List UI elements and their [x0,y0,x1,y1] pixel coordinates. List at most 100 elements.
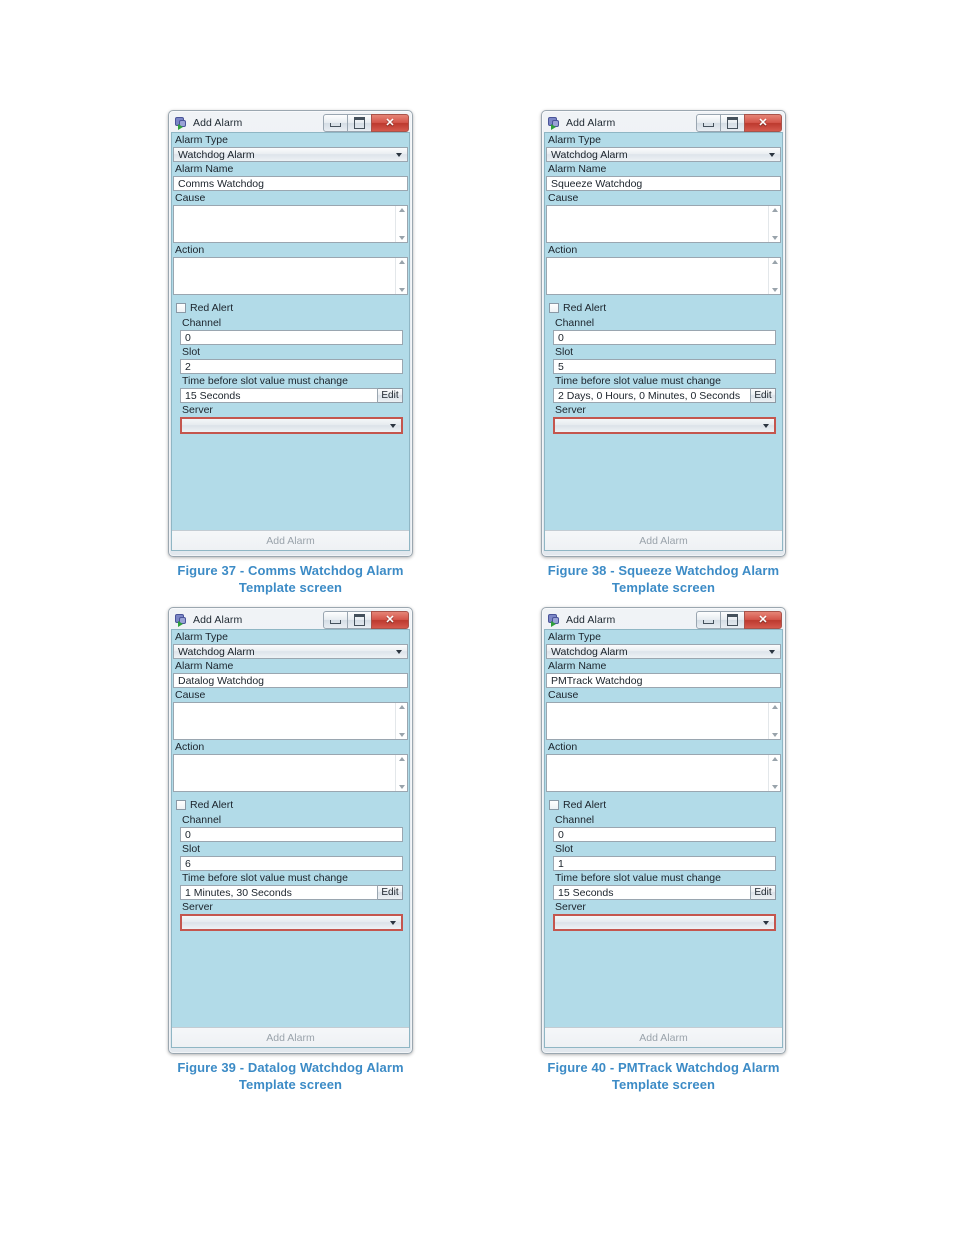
action-scrollbar[interactable] [395,258,407,294]
scroll-down-icon[interactable] [771,236,778,240]
scroll-down-icon[interactable] [771,785,778,789]
time-before-input[interactable]: 15 Seconds [553,885,751,900]
chevron-down-icon [769,649,775,654]
server-select[interactable] [553,914,776,931]
red-alert-checkbox[interactable] [176,303,186,313]
maximize-button[interactable] [347,114,372,132]
server-select[interactable] [180,417,403,434]
slot-input[interactable]: 5 [553,359,776,374]
title-bar[interactable]: Add Alarm ✕ [171,113,410,132]
red-alert-label: Red Alert [563,302,607,314]
action-scrollbar[interactable] [768,258,780,294]
server-select[interactable] [180,914,403,931]
cause-scrollbar[interactable] [768,206,780,242]
scroll-up-icon[interactable] [398,757,405,761]
minimize-button[interactable] [323,611,348,629]
add-alarm-button[interactable]: Add Alarm [172,1027,409,1047]
red-alert-row[interactable]: Red Alert [172,796,409,813]
red-alert-checkbox[interactable] [549,303,559,313]
channel-input[interactable]: 0 [553,827,776,842]
alarm-type-select[interactable]: Watchdog Alarm [173,147,408,162]
minimize-button[interactable] [696,114,721,132]
slot-input[interactable]: 6 [180,856,403,871]
slot-input[interactable]: 2 [180,359,403,374]
maximize-icon [354,614,365,626]
scroll-up-icon[interactable] [398,208,405,212]
red-alert-checkbox[interactable] [549,800,559,810]
alarm-name-input[interactable]: Comms Watchdog [173,176,408,191]
scroll-up-icon[interactable] [771,757,778,761]
red-alert-row[interactable]: Red Alert [545,299,782,316]
slot-input[interactable]: 1 [553,856,776,871]
cause-textarea[interactable] [546,702,781,740]
add-alarm-button[interactable]: Add Alarm [545,530,782,550]
channel-input[interactable]: 0 [180,827,403,842]
minimize-button[interactable] [323,114,348,132]
scroll-down-icon[interactable] [398,288,405,292]
cause-scrollbar[interactable] [768,703,780,739]
red-alert-row[interactable]: Red Alert [172,299,409,316]
minimize-button[interactable] [696,611,721,629]
cause-textarea[interactable] [173,205,408,243]
title-bar[interactable]: Add Alarm ✕ [544,610,783,629]
close-button[interactable]: ✕ [371,114,409,132]
alarm-name-input[interactable]: Datalog Watchdog [173,673,408,688]
channel-input[interactable]: 0 [180,330,403,345]
time-before-value: 1 Minutes, 30 Seconds [185,886,292,899]
action-textarea[interactable] [546,754,781,792]
title-bar[interactable]: Add Alarm ✕ [544,113,783,132]
maximize-button[interactable] [720,114,745,132]
scroll-down-icon[interactable] [398,236,405,240]
action-scrollbar[interactable] [768,755,780,791]
server-label: Server [545,403,782,417]
title-bar[interactable]: Add Alarm ✕ [171,610,410,629]
window-controls: ✕ [323,114,409,132]
edit-time-button[interactable]: Edit [378,388,403,403]
alarm-type-select[interactable]: Watchdog Alarm [546,147,781,162]
server-select[interactable] [553,417,776,434]
action-textarea[interactable] [173,754,408,792]
time-before-input[interactable]: 1 Minutes, 30 Seconds [180,885,378,900]
slot-label: Slot [172,842,409,856]
cause-textarea[interactable] [173,702,408,740]
gear-arrow-icon [548,116,562,130]
scroll-up-icon[interactable] [771,208,778,212]
alarm-type-select[interactable]: Watchdog Alarm [546,644,781,659]
add-alarm-button[interactable]: Add Alarm [172,530,409,550]
alarm-name-input[interactable]: PMTrack Watchdog [546,673,781,688]
alarm-name-input[interactable]: Squeeze Watchdog [546,176,781,191]
action-scrollbar[interactable] [395,755,407,791]
close-button[interactable]: ✕ [371,611,409,629]
action-textarea[interactable] [173,257,408,295]
scroll-up-icon[interactable] [398,705,405,709]
close-button[interactable]: ✕ [744,114,782,132]
maximize-button[interactable] [720,611,745,629]
scroll-up-icon[interactable] [771,705,778,709]
scroll-down-icon[interactable] [771,733,778,737]
dialog-client-area: Alarm Type Watchdog Alarm Alarm Name Squ… [544,132,783,551]
scroll-up-icon[interactable] [398,260,405,264]
time-before-label: Time before slot value must change [545,374,782,388]
time-before-input[interactable]: 15 Seconds [180,388,378,403]
scroll-down-icon[interactable] [398,785,405,789]
maximize-button[interactable] [347,611,372,629]
panel-filler [172,931,409,1027]
alarm-type-select[interactable]: Watchdog Alarm [173,644,408,659]
edit-time-button[interactable]: Edit [751,388,776,403]
cause-scrollbar[interactable] [395,703,407,739]
scroll-down-icon[interactable] [398,733,405,737]
scroll-up-icon[interactable] [771,260,778,264]
channel-value: 0 [185,331,191,344]
close-button[interactable]: ✕ [744,611,782,629]
action-textarea[interactable] [546,257,781,295]
cause-textarea[interactable] [546,205,781,243]
add-alarm-button[interactable]: Add Alarm [545,1027,782,1047]
red-alert-row[interactable]: Red Alert [545,796,782,813]
edit-time-button[interactable]: Edit [378,885,403,900]
cause-scrollbar[interactable] [395,206,407,242]
red-alert-checkbox[interactable] [176,800,186,810]
edit-time-button[interactable]: Edit [751,885,776,900]
time-before-input[interactable]: 2 Days, 0 Hours, 0 Minutes, 0 Seconds [553,388,751,403]
scroll-down-icon[interactable] [771,288,778,292]
channel-input[interactable]: 0 [553,330,776,345]
